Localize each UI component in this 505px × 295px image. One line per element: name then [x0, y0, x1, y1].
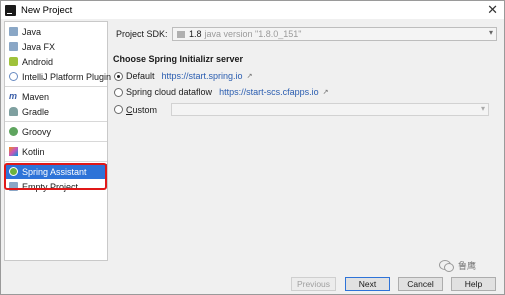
cancel-button[interactable]: Cancel	[398, 277, 443, 291]
plugin-icon	[9, 72, 18, 81]
sidebar-group: Kotlin	[5, 142, 107, 162]
sidebar-item-maven[interactable]: m Maven	[5, 89, 107, 104]
sdk-label: Project SDK:	[116, 29, 168, 39]
sidebar-item-label: Kotlin	[22, 146, 45, 157]
option-label[interactable]: Default	[126, 71, 155, 81]
radio-spring-cloud-dataflow[interactable]	[114, 87, 123, 97]
sidebar-item-label: IntelliJ Platform Plugin	[22, 71, 112, 82]
option-custom: Custom ▾	[114, 103, 490, 116]
external-link-icon: ↗	[246, 73, 253, 80]
maven-icon: m	[9, 91, 18, 101]
sidebar-item-label: Spring Assistant	[22, 166, 87, 177]
option-spring-cloud-dataflow: Spring cloud dataflow https://start-scs.…	[114, 87, 328, 97]
chevron-down-icon: ▾	[488, 28, 493, 37]
sdk-folder-icon	[177, 30, 185, 38]
project-type-list: Java Java FX Android IntelliJ Platform P…	[4, 21, 111, 261]
window-title: New Project	[21, 4, 73, 16]
sidebar-item-label: Java	[22, 26, 42, 37]
android-icon	[9, 57, 18, 66]
section-title: Choose Spring Initializr server	[113, 54, 244, 64]
gradle-icon	[9, 107, 18, 116]
intellij-icon	[5, 4, 16, 16]
sidebar-item-label: Gradle	[22, 106, 50, 117]
sidebar-item-label: Empty Project	[22, 181, 79, 192]
sidebar-item-label: Java FX	[22, 41, 56, 52]
sidebar-item-spring-assistant[interactable]: Spring Assistant	[5, 164, 107, 179]
next-button[interactable]: Next	[345, 277, 390, 291]
server-link[interactable]: https://start.spring.io	[162, 71, 243, 81]
option-label[interactable]: Custom	[126, 105, 157, 115]
radio-custom[interactable]	[114, 105, 123, 114]
radio-default[interactable]	[114, 71, 123, 81]
sidebar-group: Spring Assistant Empty Project	[5, 162, 107, 196]
external-link-icon: ↗	[322, 89, 329, 96]
sidebar-item-javafx[interactable]: Java FX	[5, 39, 107, 54]
sidebar-item-label: Android	[22, 56, 54, 67]
folder-icon	[9, 42, 18, 51]
sidebar-group: m Maven Gradle	[5, 87, 107, 122]
close-icon[interactable]: ✕	[487, 2, 498, 18]
custom-url-field[interactable]: ▾	[171, 103, 490, 116]
sidebar-group: Groovy	[5, 122, 107, 142]
sidebar-item-groovy[interactable]: Groovy	[5, 124, 107, 139]
settings-panel: Project SDK: 1.8 java version "1.8.0_151…	[111, 21, 501, 261]
sdk-description: java version "1.8.0_151"	[204, 29, 302, 39]
previous-button[interactable]: Previous	[291, 277, 336, 291]
sidebar-item-gradle[interactable]: Gradle	[5, 104, 107, 119]
option-label-rest: ustom	[132, 104, 158, 115]
sdk-version: 1.8	[189, 29, 202, 39]
sidebar-item-kotlin[interactable]: Kotlin	[5, 144, 107, 159]
sdk-row: Project SDK: 1.8 java version "1.8.0_151…	[116, 27, 497, 41]
sidebar-item-empty-project[interactable]: Empty Project	[5, 179, 107, 194]
help-button[interactable]: Help	[451, 277, 496, 291]
new-project-dialog: New Project ✕ Java Java FX Android Intel…	[0, 0, 505, 295]
sidebar-item-android[interactable]: Android	[5, 54, 107, 69]
sidebar-item-label: Maven	[22, 91, 50, 102]
groovy-icon	[9, 127, 18, 136]
option-label[interactable]: Spring cloud dataflow	[126, 87, 212, 97]
title-bar: New Project ✕	[1, 1, 504, 19]
option-default: Default https://start.spring.io ↗	[114, 71, 252, 81]
kotlin-icon	[9, 147, 18, 156]
chevron-down-icon: ▾	[481, 104, 486, 113]
sidebar-group: Java Java FX Android IntelliJ Platform P…	[5, 22, 111, 87]
folder-icon	[9, 182, 18, 191]
sidebar-item-label: Groovy	[22, 126, 52, 137]
dialog-footer: Previous Next Cancel Help	[1, 269, 504, 294]
folder-icon	[9, 27, 18, 36]
server-link[interactable]: https://start-scs.cfapps.io	[219, 87, 319, 97]
sdk-select[interactable]: 1.8 java version "1.8.0_151" ▾	[172, 27, 497, 41]
sidebar-item-intellij-platform-plugin[interactable]: IntelliJ Platform Plugin	[5, 69, 111, 84]
sidebar-item-java[interactable]: Java	[5, 24, 107, 39]
spring-icon	[9, 167, 18, 176]
